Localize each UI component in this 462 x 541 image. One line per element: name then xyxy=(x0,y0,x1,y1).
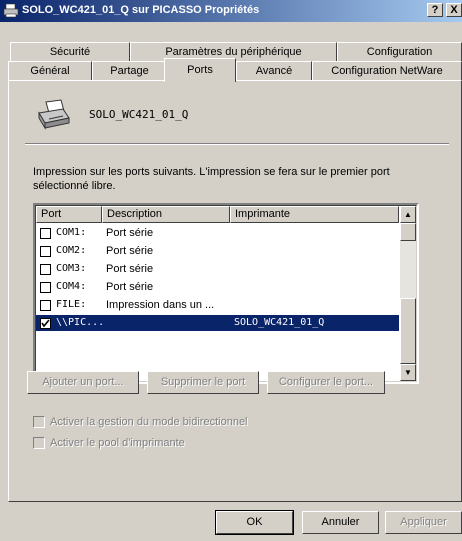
title-bar[interactable]: SOLO_WC421_01_Q sur PICASSO Propriétés ?… xyxy=(0,0,462,22)
scroll-thumb-top[interactable] xyxy=(400,223,416,241)
printer-icon xyxy=(3,3,19,19)
ports-tab-panel: SOLO_WC421_01_Q Impression sur les ports… xyxy=(8,80,462,502)
port-description: Port série xyxy=(106,281,154,293)
separator xyxy=(25,143,449,145)
help-button[interactable]: ? xyxy=(427,3,443,17)
column-header-description[interactable]: Description xyxy=(102,206,230,223)
printer-icon xyxy=(37,99,71,131)
port-row[interactable]: COM2: Port série xyxy=(36,243,399,259)
apply-button[interactable]: Appliquer xyxy=(385,511,462,534)
printer-name: SOLO_WC421_01_Q xyxy=(89,108,189,121)
printer-pool-label: Activer le pool d'imprimante xyxy=(50,437,185,449)
tab-configuration[interactable]: Configuration xyxy=(337,42,462,62)
add-port-button[interactable]: Ajouter un port... xyxy=(27,371,139,394)
checkmark-icon xyxy=(41,319,50,328)
checkbox-box[interactable] xyxy=(33,437,45,449)
port-row[interactable]: FILE: Impression dans un ... xyxy=(36,297,399,313)
port-checkbox[interactable] xyxy=(40,264,51,275)
delete-port-button[interactable]: Supprimer le port xyxy=(147,371,259,394)
port-checkbox[interactable] xyxy=(40,282,51,293)
port-name: COM2: xyxy=(56,245,87,256)
port-checkbox[interactable] xyxy=(40,228,51,239)
tab-ports[interactable]: Ports xyxy=(164,58,236,82)
bidirectional-label: Activer la gestion du mode bidirectionne… xyxy=(50,416,248,428)
port-checkbox[interactable] xyxy=(40,300,51,311)
column-header-port[interactable]: Port xyxy=(36,206,102,223)
ok-button[interactable]: OK xyxy=(215,510,294,535)
scroll-down-button[interactable]: ▼ xyxy=(400,364,416,381)
port-name: FILE: xyxy=(56,299,87,310)
checkbox-box[interactable] xyxy=(33,416,45,428)
vertical-scrollbar[interactable]: ▲ ▼ xyxy=(400,206,416,381)
window-title: SOLO_WC421_01_Q sur PICASSO Propriétés xyxy=(22,4,260,16)
ports-list[interactable]: Port Description Imprimante COM1: Port s… xyxy=(33,203,419,384)
tab-general[interactable]: Général xyxy=(8,61,92,81)
port-name: COM1: xyxy=(56,227,87,238)
column-header-imprimante[interactable]: Imprimante xyxy=(230,206,399,223)
tab-partage[interactable]: Partage xyxy=(92,61,167,81)
port-description: Port série xyxy=(106,263,154,275)
ports-intro-text: Impression sur les ports suivants. L'imp… xyxy=(33,166,390,192)
port-description: Port série xyxy=(106,245,154,257)
port-row[interactable]: COM1: Port série xyxy=(36,225,399,241)
tab-row-back: Sécurité Paramètres du périphérique Conf… xyxy=(10,42,462,62)
port-row[interactable]: COM3: Port série xyxy=(36,261,399,277)
tab-row-front: Général Partage Ports Avancé Configurati… xyxy=(8,58,462,82)
port-row-selected[interactable]: \\PIC... SOLO_WC421_01_Q xyxy=(36,315,399,331)
port-description: Port série xyxy=(106,227,154,239)
port-name: \\PIC... xyxy=(56,317,105,328)
port-name: COM4: xyxy=(56,281,87,292)
tab-securite[interactable]: Sécurité xyxy=(10,42,130,62)
port-checkbox[interactable] xyxy=(40,246,51,257)
cancel-button[interactable]: Annuler xyxy=(302,511,379,534)
port-printer: SOLO_WC421_01_Q xyxy=(234,317,325,328)
scroll-up-button[interactable]: ▲ xyxy=(400,206,416,223)
tab-avance[interactable]: Avancé xyxy=(236,61,312,81)
port-checkbox[interactable] xyxy=(40,318,51,329)
port-row[interactable]: COM4: Port série xyxy=(36,279,399,295)
port-description: Impression dans un ... xyxy=(106,299,215,311)
tab-configuration-netware[interactable]: Configuration NetWare xyxy=(312,61,462,81)
scroll-thumb[interactable] xyxy=(400,298,416,364)
close-button[interactable]: X xyxy=(446,3,462,17)
port-name: COM3: xyxy=(56,263,87,274)
configure-port-button[interactable]: Configurer le port... xyxy=(267,371,385,394)
